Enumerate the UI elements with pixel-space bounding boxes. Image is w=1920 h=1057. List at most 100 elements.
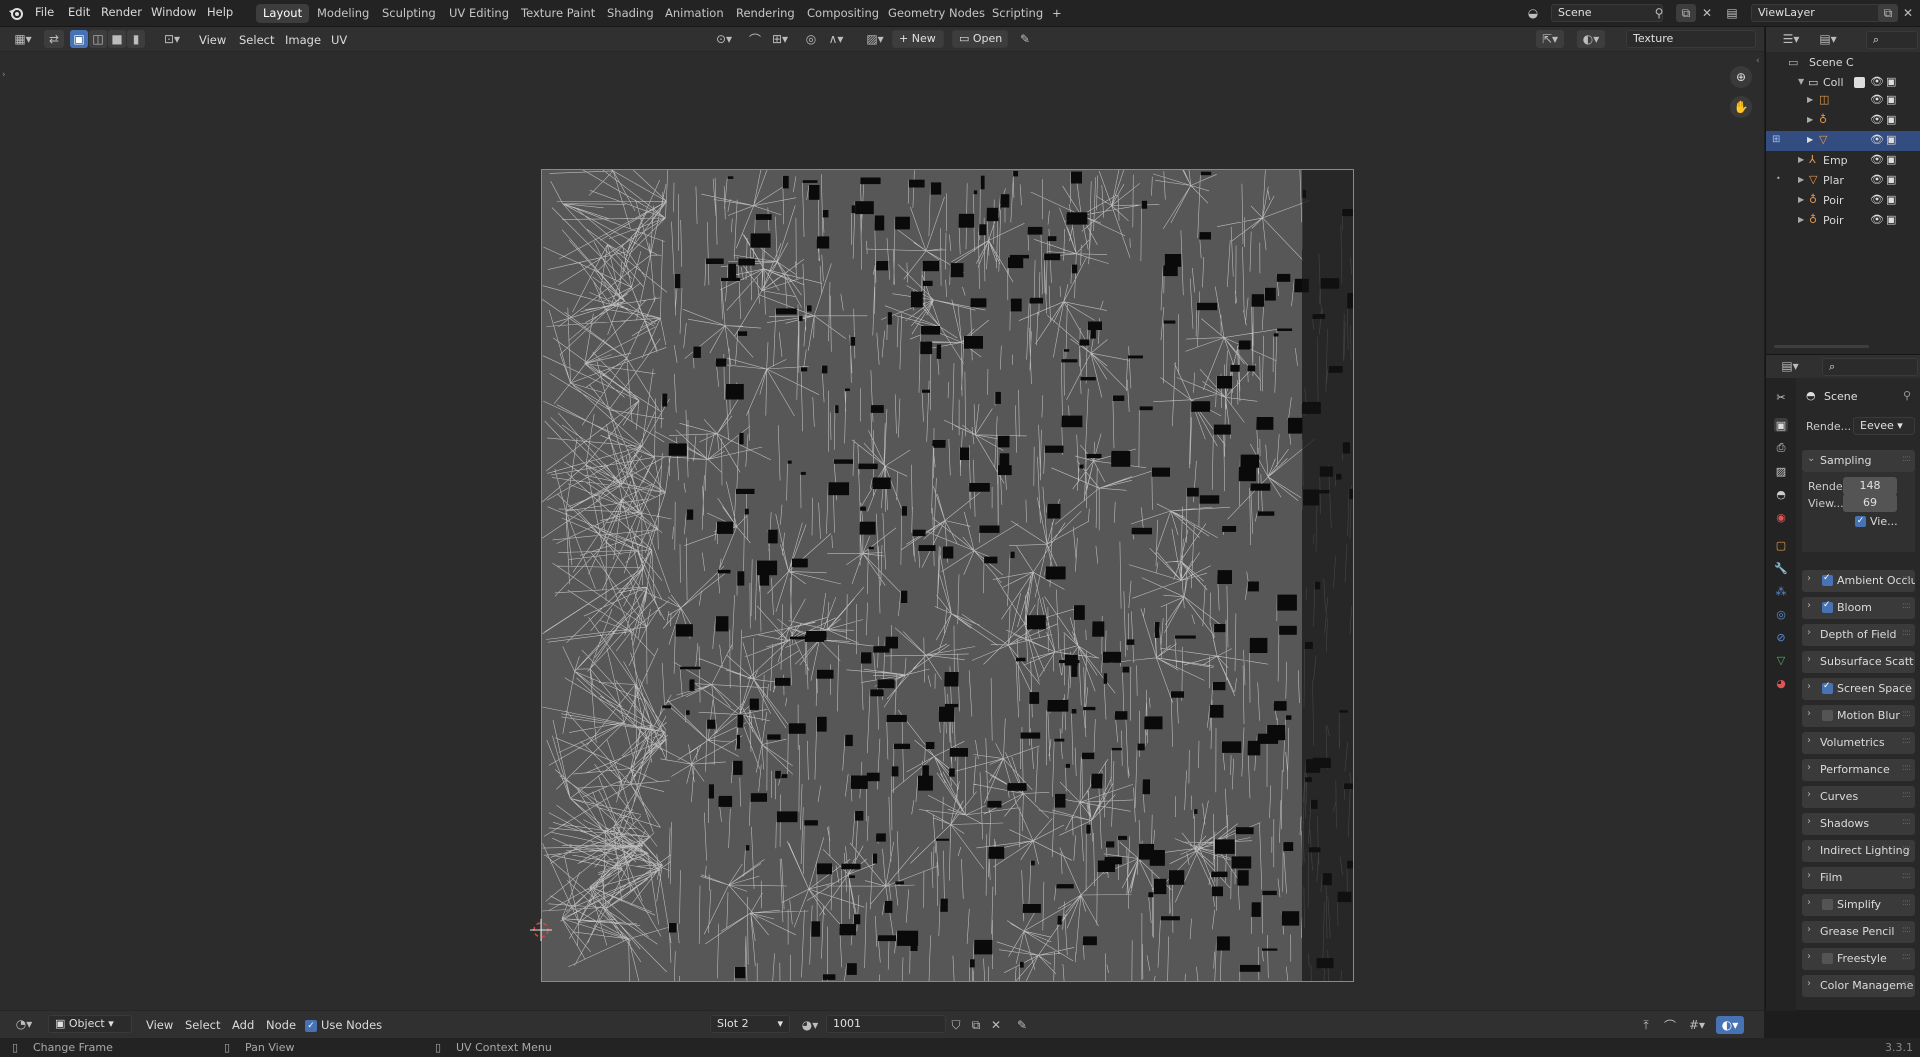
world-tab-icon[interactable]: ◉ (1774, 510, 1788, 524)
panel-shadows[interactable]: › Shadows:::: (1802, 813, 1915, 835)
tab-sculpting[interactable]: Sculpting (375, 4, 443, 23)
vertex-select-icon[interactable]: ▣ (70, 30, 88, 48)
outliner-point-light-row[interactable]: ▶ ♁ Poir 👁 ▣ (1766, 211, 1920, 231)
outliner-mesh-row[interactable]: ⊞ ▶ ▽ 👁 ▣ (1766, 131, 1920, 151)
tab-modeling[interactable]: Modeling (310, 4, 376, 23)
properties-search-field[interactable]: ⌕ (1822, 358, 1918, 376)
tab-animation[interactable]: Animation (658, 4, 731, 23)
material-browse-icon[interactable]: ◕▾ (796, 1016, 824, 1034)
tab-shading[interactable]: Shading (600, 4, 661, 23)
sampling-panel-header[interactable]: ⌄ Sampling :::: (1802, 450, 1915, 472)
mode-dropdown[interactable]: ▣ Object ▾ (48, 1015, 132, 1033)
render-camera-icon[interactable]: ▣ (1886, 193, 1896, 206)
render-camera-icon[interactable]: ▣ (1886, 113, 1896, 126)
panel-subsurface-scatt[interactable]: › Subsurface Scatt:::: (1802, 651, 1915, 673)
open-image-button[interactable]: ▭ Open (952, 30, 1008, 48)
expand-arrow-icon[interactable]: ▶ (1807, 115, 1813, 124)
view-layer-icon[interactable]: ▤ (1722, 4, 1742, 22)
drag-grip-icon[interactable]: :::: (1902, 763, 1911, 773)
visibility-eye-icon[interactable]: 👁 (1870, 75, 1884, 88)
pan-view-hand-icon[interactable]: ✋ (1730, 96, 1752, 118)
expand-arrow-icon[interactable]: ▶ (1807, 95, 1813, 104)
drag-grip-icon[interactable]: :::: (1902, 628, 1911, 638)
new-scene-icon[interactable]: ⧉ (1676, 4, 1696, 22)
falloff-icon[interactable]: ∧▾ (822, 30, 850, 48)
panel-enable-checkbox[interactable] (1822, 573, 1833, 586)
drag-grip-icon[interactable]: :::: (1902, 844, 1911, 854)
duplicate-icon[interactable]: ⧉ (966, 1016, 986, 1034)
visibility-eye-icon[interactable]: 👁 (1870, 173, 1884, 186)
close-view-layer-icon[interactable]: ✕ (1898, 4, 1918, 22)
drag-grip-icon[interactable]: :::: (1902, 655, 1911, 665)
menu-view[interactable]: View (146, 1018, 173, 1032)
edge-select-icon[interactable]: ◫ (89, 30, 107, 48)
menu-help[interactable]: Help (207, 5, 233, 19)
zoom-view-icon[interactable]: ⊕ (1730, 66, 1752, 88)
tab-scripting[interactable]: Scripting (985, 4, 1050, 23)
editor-type-icon[interactable]: ◔▾ (10, 1015, 38, 1033)
render-camera-icon[interactable]: ▣ (1886, 213, 1896, 226)
outliner-point-light-row[interactable]: ▶ ♁ Poir 👁 ▣ (1766, 191, 1920, 211)
outliner-plane-row[interactable]: • ▶ ▽ Plar 👁 ▣ (1766, 171, 1920, 191)
viewport-samples-field[interactable]: 69 (1843, 494, 1897, 512)
panel-indirect-lighting[interactable]: › Indirect Lighting:::: (1802, 840, 1915, 862)
scene-selector-icon[interactable]: ◒ (1523, 4, 1543, 22)
2d-cursor-icon[interactable] (530, 919, 552, 941)
pin-icon[interactable]: ⚲ (1652, 4, 1666, 22)
display-mode-icon[interactable]: ▤▾ (1814, 30, 1842, 48)
uv-sync-icon[interactable]: ⇄ (44, 30, 64, 48)
render-camera-icon[interactable]: ▣ (1886, 173, 1896, 186)
tool-tab-icon[interactable]: ✂ (1774, 390, 1788, 404)
data-tab-icon[interactable]: ▽ (1774, 653, 1788, 667)
pivot-point-icon[interactable]: ⊙▾ (710, 30, 738, 48)
expand-arrow-icon[interactable]: ▶ (1798, 155, 1804, 164)
panel-motion-blur[interactable]: › Motion Blur:::: (1802, 705, 1915, 727)
panel-enable-checkbox[interactable] (1822, 953, 1833, 964)
panel-simplify[interactable]: › Simplify:::: (1802, 894, 1915, 916)
menu-edit[interactable]: Edit (68, 5, 90, 19)
expand-arrow-icon[interactable]: ▼ (1798, 77, 1804, 86)
outliner-search-field[interactable]: ⌕ (1866, 31, 1918, 49)
image-browse-icon[interactable]: ▨▾ (861, 30, 889, 48)
panel-bloom[interactable]: ›Bloom:::: (1802, 597, 1915, 619)
visibility-eye-icon[interactable]: 👁 (1870, 153, 1884, 166)
drag-grip-icon[interactable]: :::: (1902, 682, 1911, 692)
render-engine-dropdown[interactable]: Eevee ▾ (1853, 417, 1915, 435)
add-workspace-button[interactable]: + (1045, 4, 1069, 23)
drag-grip-icon[interactable]: :::: (1902, 952, 1911, 962)
drag-grip-icon[interactable]: :::: (1902, 871, 1911, 881)
view-layer-tab-icon[interactable]: ▨ (1774, 464, 1788, 478)
close-scene-icon[interactable]: ✕ (1697, 4, 1717, 22)
tab-rendering[interactable]: Rendering (729, 4, 802, 23)
pin-icon[interactable]: ✎ (1012, 1016, 1032, 1034)
menu-select[interactable]: Select (239, 33, 274, 47)
panel-grease-pencil[interactable]: › Grease Pencil:::: (1802, 921, 1915, 943)
visibility-eye-icon[interactable]: 👁 (1870, 133, 1884, 146)
sticky-select-icon[interactable]: ⊡▾ (158, 30, 186, 48)
panel-color-manageme[interactable]: › Color Manageme:::: (1802, 975, 1915, 997)
panel-ambient-occlu[interactable]: ›Ambient Occlu:::: (1802, 570, 1915, 592)
expand-arrow-icon[interactable]: ▶ (1798, 195, 1804, 204)
new-view-layer-icon[interactable]: ⧉ (1878, 4, 1898, 22)
outliner-empty-row[interactable]: ▶ ⅄ Emp 👁 ▣ (1766, 151, 1920, 171)
parent-node-icon[interactable]: ⤒ (1636, 1016, 1656, 1034)
constraints-tab-icon[interactable]: ⊘ (1774, 630, 1788, 644)
tab-texture-paint[interactable]: Texture Paint (514, 4, 602, 23)
scene-name-field[interactable]: Scene (1551, 4, 1663, 22)
panel-depth-of-field[interactable]: › Depth of Field:::: (1802, 624, 1915, 646)
proportional-edit-icon[interactable]: ◎ (801, 30, 821, 48)
panel-screen-space[interactable]: ›Screen Space:::: (1802, 678, 1915, 700)
render-camera-icon[interactable]: ▣ (1886, 133, 1896, 146)
menu-file[interactable]: File (35, 5, 54, 19)
panel-enable-checkbox[interactable] (1822, 710, 1833, 721)
expand-arrow-icon[interactable]: ▶ (1807, 135, 1813, 144)
overlay-toggle-icon[interactable]: ◐▾ (1577, 30, 1605, 48)
sidebar-expand-arrow-icon[interactable]: › (2, 70, 6, 80)
output-tab-icon[interactable]: ⎙ (1774, 441, 1788, 455)
visibility-eye-icon[interactable]: 👁 (1870, 93, 1884, 106)
drag-grip-icon[interactable]: :::: (1902, 454, 1911, 464)
material-tab-icon[interactable]: ◕ (1774, 676, 1788, 690)
panel-enable-checkbox[interactable] (1822, 681, 1833, 694)
drag-grip-icon[interactable]: :::: (1902, 574, 1911, 584)
uv-editor-canvas[interactable]: › ⊕ ✋ ‹ (0, 52, 1764, 1010)
